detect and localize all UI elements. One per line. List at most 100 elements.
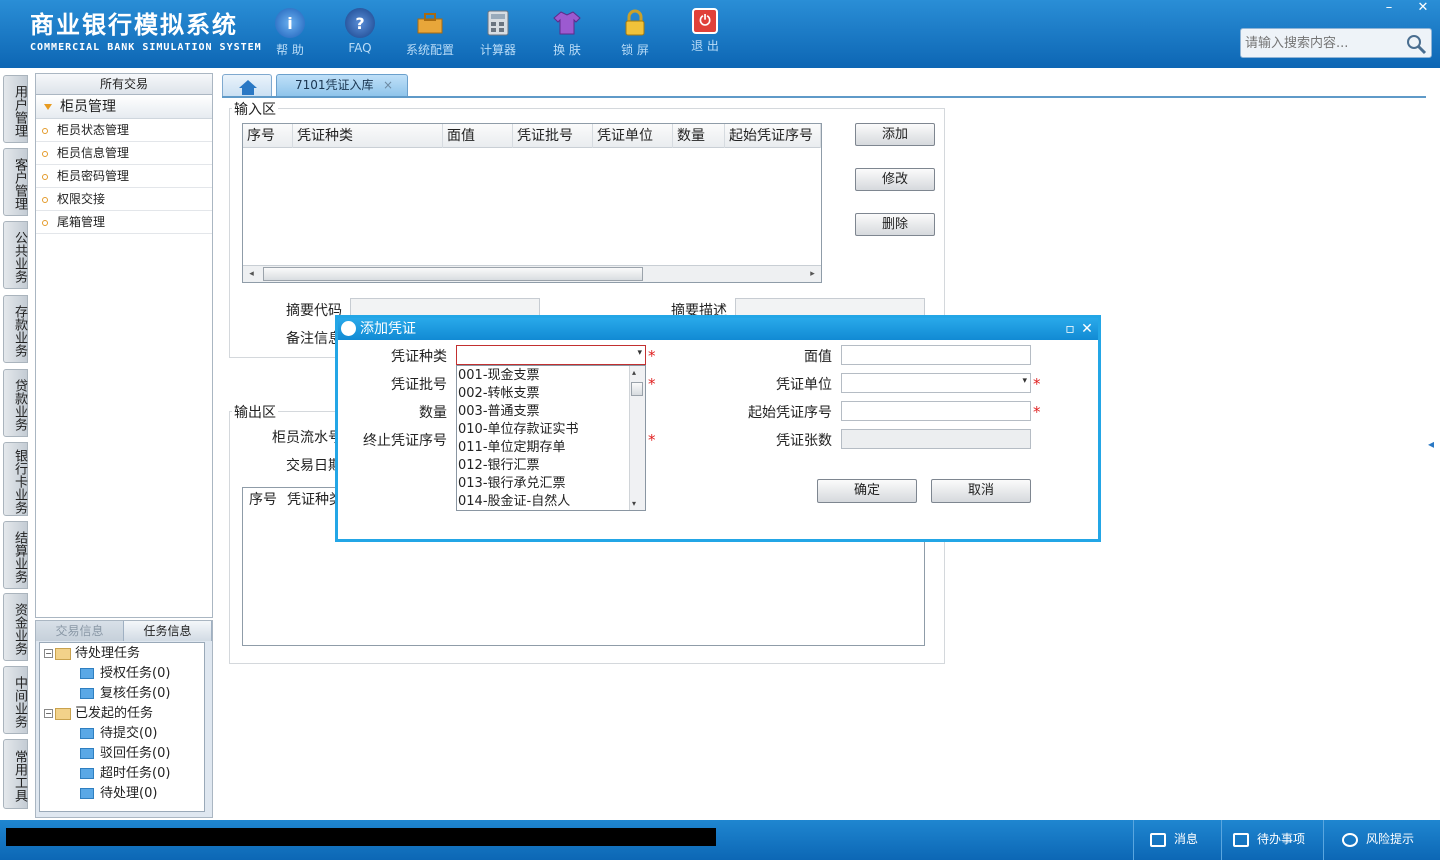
voucher-kind-select[interactable]: ▾ — [456, 345, 646, 365]
close-window-button[interactable]: ✕ — [1406, 0, 1440, 18]
col-kind[interactable]: 凭证种类 — [293, 124, 443, 148]
sidetab-bank-card[interactable]: 银行卡业务 — [3, 442, 28, 516]
sidetab-tools[interactable]: 常用工具 — [3, 739, 28, 809]
search-icon[interactable] — [1405, 33, 1427, 55]
panel-header: 所有交易 — [36, 74, 212, 95]
scroll-right-icon[interactable]: ▸ — [804, 266, 821, 282]
sidetab-user-mgmt[interactable]: 用户管理 — [3, 75, 28, 143]
toolbar-config-button[interactable]: 系统配置 — [395, 8, 465, 58]
dropdown-option[interactable]: 010-单位存款证实书 — [458, 421, 579, 439]
tree-node-to-process[interactable]: 待处理(0) — [80, 785, 157, 803]
calculator-icon — [483, 8, 513, 38]
task-icon — [80, 668, 94, 679]
start-seq-field[interactable] — [841, 401, 1031, 421]
app-header: 商业银行模拟系统 COMMERCIAL BANK SIMULATION SYST… — [0, 0, 1440, 68]
tree-node-auth-tasks[interactable]: 授权任务(0) — [80, 665, 170, 683]
scroll-thumb[interactable] — [631, 382, 643, 396]
dropdown-option[interactable]: 014-股金证-自然人 — [458, 493, 570, 511]
tree-node-rejected[interactable]: 驳回任务(0) — [80, 745, 170, 763]
tree-node-review-tasks[interactable]: 复核任务(0) — [80, 685, 170, 703]
scroll-down-icon[interactable]: ▾ — [632, 499, 636, 508]
nav-item-teller-info[interactable]: 柜员信息管理 — [36, 142, 212, 165]
faq-icon: ? — [345, 8, 375, 38]
scroll-left-icon[interactable]: ◂ — [243, 266, 260, 282]
collapse-right-icon[interactable]: ◂ — [1428, 430, 1438, 458]
chevron-down-icon[interactable]: ▾ — [1022, 376, 1027, 386]
nav-item-teller-status[interactable]: 柜员状态管理 — [36, 119, 212, 142]
scroll-up-icon[interactable]: ▴ — [632, 368, 636, 377]
chevron-down-icon[interactable]: ▾ — [637, 348, 642, 358]
tab-task-info[interactable]: 任务信息 — [124, 621, 212, 641]
category-label: 柜员管理 — [60, 99, 116, 115]
sidetab-public-business[interactable]: 公共业务 — [3, 221, 28, 289]
close-icon[interactable]: ✕ — [1079, 318, 1095, 340]
edit-button[interactable]: 修改 — [855, 168, 935, 191]
dropdown-option[interactable]: 001-现金支票 — [458, 367, 540, 385]
toolbar-help-button[interactable]: i 帮 助 — [255, 8, 325, 58]
collapse-icon[interactable]: − — [44, 709, 53, 718]
input-area-legend: 输入区 — [232, 99, 278, 119]
tab-transaction-info[interactable]: 交易信息 — [36, 621, 124, 641]
sidetab-settlement[interactable]: 结算业务 — [3, 521, 28, 589]
dropdown-option[interactable]: 012-银行汇票 — [458, 457, 540, 475]
collapse-icon[interactable]: − — [44, 649, 53, 658]
col-face-value[interactable]: 面值 — [443, 124, 513, 148]
col-start-seq[interactable]: 起始凭证序号 — [725, 124, 821, 148]
status-todo-button[interactable]: 待办事项 — [1233, 826, 1305, 852]
sidetab-deposit[interactable]: 存款业务 — [3, 295, 28, 363]
confirm-button[interactable]: 确定 — [817, 479, 917, 503]
col-seq[interactable]: 序号 — [245, 488, 285, 512]
face-value-field[interactable] — [841, 345, 1031, 365]
category-teller-mgmt[interactable]: 柜员管理 — [36, 95, 212, 119]
add-button[interactable]: 添加 — [855, 123, 935, 146]
tab-home[interactable] — [222, 74, 272, 97]
horizontal-scrollbar[interactable]: ◂ ▸ — [243, 265, 821, 282]
dropdown-option[interactable]: 011-单位定期存单 — [458, 439, 566, 457]
toolbar-lock-button[interactable]: 锁 屏 — [600, 8, 670, 58]
close-tab-icon[interactable]: × — [383, 75, 393, 95]
tree-node-initiated[interactable]: − 已发起的任务 — [44, 705, 153, 723]
minimize-button[interactable]: – — [1372, 0, 1406, 18]
sidetab-customer-mgmt[interactable]: 客户管理 — [3, 148, 28, 216]
sidetab-funds[interactable]: 资金业务 — [3, 593, 28, 661]
status-bar — [0, 820, 1440, 860]
toolbar-exit-button[interactable]: ⏻ 退 出 — [670, 8, 740, 54]
voucher-unit-select[interactable]: ▾ — [841, 373, 1031, 393]
maximize-icon[interactable]: ▫ — [1062, 318, 1078, 340]
sidetab-intermediate[interactable]: 中间业务 — [3, 666, 28, 734]
status-message-button[interactable]: 消息 — [1150, 826, 1198, 852]
col-seq[interactable]: 序号 — [243, 124, 293, 148]
app-subtitle: COMMERCIAL BANK SIMULATION SYSTEM — [30, 42, 262, 53]
search-input[interactable] — [1241, 29, 1401, 57]
dropdown-option[interactable]: 003-普通支票 — [458, 403, 540, 421]
app-title: 商业银行模拟系统 — [30, 11, 238, 39]
toolbar-label: 系统配置 — [405, 43, 454, 57]
status-risk-button[interactable]: 风险提示 — [1342, 826, 1414, 852]
tree-node-to-submit[interactable]: 待提交(0) — [80, 725, 157, 743]
col-batch[interactable]: 凭证批号 — [513, 124, 593, 148]
dropdown-option[interactable]: 002-转帐支票 — [458, 385, 540, 403]
toolbar-calculator-button[interactable]: 计算器 — [463, 8, 533, 58]
col-qty[interactable]: 数量 — [673, 124, 725, 148]
col-unit[interactable]: 凭证单位 — [593, 124, 673, 148]
required-mark: * — [648, 347, 656, 365]
delete-button[interactable]: 删除 — [855, 213, 935, 236]
toolbar-skin-button[interactable]: 换 肤 — [532, 8, 602, 58]
task-icon — [80, 788, 94, 799]
bullet-icon — [42, 219, 48, 226]
scroll-thumb[interactable] — [263, 267, 643, 281]
nav-item-permission-handover[interactable]: 权限交接 — [36, 188, 212, 211]
required-mark: * — [648, 375, 656, 393]
tree-node-timeout[interactable]: 超时任务(0) — [80, 765, 170, 783]
nav-item-cash-box[interactable]: 尾箱管理 — [36, 211, 212, 234]
tree-node-pending[interactable]: − 待处理任务 — [44, 645, 140, 663]
sidetab-loan[interactable]: 贷款业务 — [3, 369, 28, 437]
tab-7101-voucher-in[interactable]: 7101凭证入库 × — [276, 74, 408, 97]
nav-item-teller-password[interactable]: 柜员密码管理 — [36, 165, 212, 188]
dropdown-option[interactable]: 013-银行承兑汇票 — [458, 475, 566, 493]
dropdown-scrollbar[interactable]: ▴ ▾ — [629, 366, 645, 510]
cancel-button[interactable]: 取消 — [931, 479, 1031, 503]
toolbar-faq-button[interactable]: ? FAQ — [325, 8, 395, 55]
marquee-bar — [6, 828, 716, 846]
voucher-input-table: 序号 凭证种类 面值 凭证批号 凭证单位 数量 起始凭证序号 ◂ ▸ — [242, 123, 822, 283]
